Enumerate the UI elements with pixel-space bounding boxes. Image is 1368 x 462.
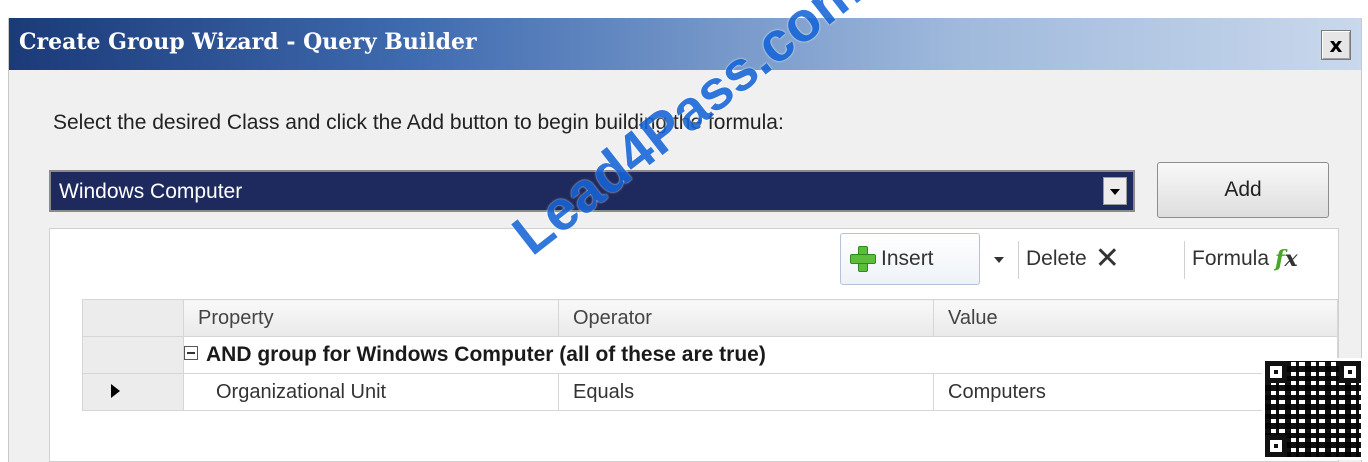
column-header-property[interactable]: Property <box>183 299 559 337</box>
delete-x-icon: ✕ <box>1094 241 1120 276</box>
formula-label: Formula <box>1192 247 1270 270</box>
formula-button[interactable]: Formula fx <box>1192 233 1338 285</box>
operator-cell[interactable]: Equals <box>558 373 934 411</box>
title-bar[interactable]: Create Group Wizard - Query Builder x <box>9 18 1361 70</box>
criteria-grid: Property Operator Value AND group for Wi… <box>82 299 1338 411</box>
query-builder-window: Create Group Wizard - Query Builder x Se… <box>8 18 1362 462</box>
insert-button[interactable]: Insert <box>840 233 980 285</box>
qr-finder <box>1265 361 1287 383</box>
fx-icon: fx <box>1275 246 1298 272</box>
formula-toolbar: Insert Delete ✕ Formula fx <box>832 233 1338 287</box>
row-pointer-icon <box>111 383 120 398</box>
class-select[interactable]: Windows Computer <box>49 170 1135 212</box>
qr-code-icon <box>1262 358 1364 460</box>
class-select-value: Windows Computer <box>59 180 243 203</box>
plus-icon <box>849 245 877 273</box>
group-cell[interactable]: AND group for Windows Computer (all of t… <box>183 336 1338 374</box>
toolbar-divider <box>1184 241 1185 279</box>
grid-header-row: Property Operator Value <box>82 299 1338 337</box>
toolbar-divider <box>1018 241 1019 279</box>
insert-dropdown-arrow-icon[interactable] <box>988 233 1010 285</box>
delete-button[interactable]: Delete ✕ <box>1026 233 1178 285</box>
table-row[interactable]: Organizational Unit Equals Computers <box>82 373 1338 411</box>
row-header[interactable] <box>82 336 184 374</box>
close-button[interactable]: x <box>1321 30 1351 60</box>
delete-label: Delete <box>1026 247 1087 270</box>
insert-label: Insert <box>881 247 934 270</box>
group-row[interactable]: AND group for Windows Computer (all of t… <box>82 336 1338 374</box>
column-header-value[interactable]: Value <box>933 299 1338 337</box>
row-header[interactable] <box>82 373 184 411</box>
instruction-text: Select the desired Class and click the A… <box>53 111 784 134</box>
row-header-corner <box>82 299 184 337</box>
collapse-icon[interactable] <box>184 346 198 361</box>
formula-panel: Insert Delete ✕ Formula fx Property Oper… <box>49 228 1339 462</box>
property-cell[interactable]: Organizational Unit <box>183 373 559 411</box>
chevron-down-icon[interactable] <box>1103 177 1127 205</box>
qr-finder <box>1265 435 1287 457</box>
column-header-operator[interactable]: Operator <box>558 299 934 337</box>
window-title: Create Group Wizard - Query Builder <box>19 29 477 55</box>
add-button[interactable]: Add <box>1157 162 1329 218</box>
qr-finder <box>1339 361 1361 383</box>
group-label: AND group for Windows Computer (all of t… <box>206 343 766 366</box>
